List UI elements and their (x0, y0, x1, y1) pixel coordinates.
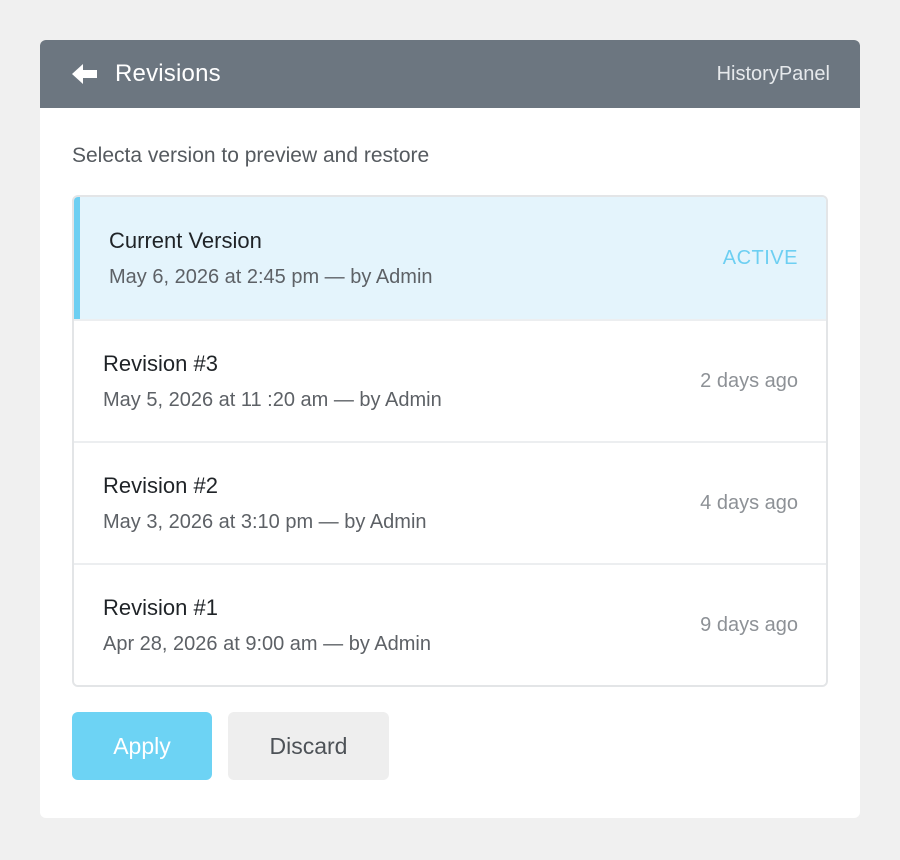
revision-age: 2 days ago (700, 369, 798, 392)
revision-title: Current Version (109, 227, 262, 253)
header-left: Revisions (72, 60, 221, 88)
revision-text: Revision #3 May 5, 2026 at 11 :20 am — b… (103, 351, 442, 412)
revision-text: Revision #2 May 3, 2026 at 3:10 pm — by … (103, 473, 427, 534)
discard-button[interactable]: Discard (228, 712, 389, 780)
revision-item-current[interactable]: Current Version May 6, 2026 at 2:45 pm —… (74, 197, 826, 319)
instructions-text: Selecta version to preview and restore (72, 144, 430, 167)
action-bar: Apply Discard (72, 712, 828, 780)
revision-item-2[interactable]: Revision #2 May 3, 2026 at 3:10 pm — by … (74, 441, 826, 563)
revision-list: Current Version May 6, 2026 at 2:45 pm —… (72, 195, 828, 687)
revision-text: Revision #1 Apr 28, 2026 at 9:00 am — by… (103, 595, 431, 656)
revision-age: 4 days ago (700, 491, 798, 514)
arrow-left-icon[interactable] (72, 64, 98, 84)
panel-header: Revisions HistoryPanel (40, 40, 860, 108)
panel-context-label: HistoryPanel (716, 62, 830, 85)
revision-text: Current Version May 6, 2026 at 2:45 pm —… (109, 228, 433, 289)
panel-title: Revisions (115, 60, 221, 87)
revisions-panel: Revisions HistoryPanel Selecta version t… (40, 40, 860, 818)
revision-meta: May 6, 2026 at 2:45 pm — by Admin (109, 265, 433, 288)
revision-meta: May 3, 2026 at 3:10 pm — by Admin (103, 510, 427, 533)
revision-title: Revision #3 (103, 350, 218, 376)
revision-meta: May 5, 2026 at 11 :20 am — by Admin (103, 388, 442, 411)
active-badge: ACTIVE (722, 246, 798, 269)
revision-title: Revision #2 (103, 472, 218, 498)
panel-body: Selecta version to preview and restore C… (40, 108, 860, 780)
revision-title: Revision #1 (103, 594, 218, 620)
revision-age: 9 days ago (700, 613, 798, 636)
revision-meta: Apr 28, 2026 at 9:00 am — by Admin (103, 632, 431, 655)
apply-button[interactable]: Apply (72, 712, 212, 780)
revision-item-3[interactable]: Revision #3 May 5, 2026 at 11 :20 am — b… (74, 319, 826, 441)
revision-item-1[interactable]: Revision #1 Apr 28, 2026 at 9:00 am — by… (74, 563, 826, 685)
